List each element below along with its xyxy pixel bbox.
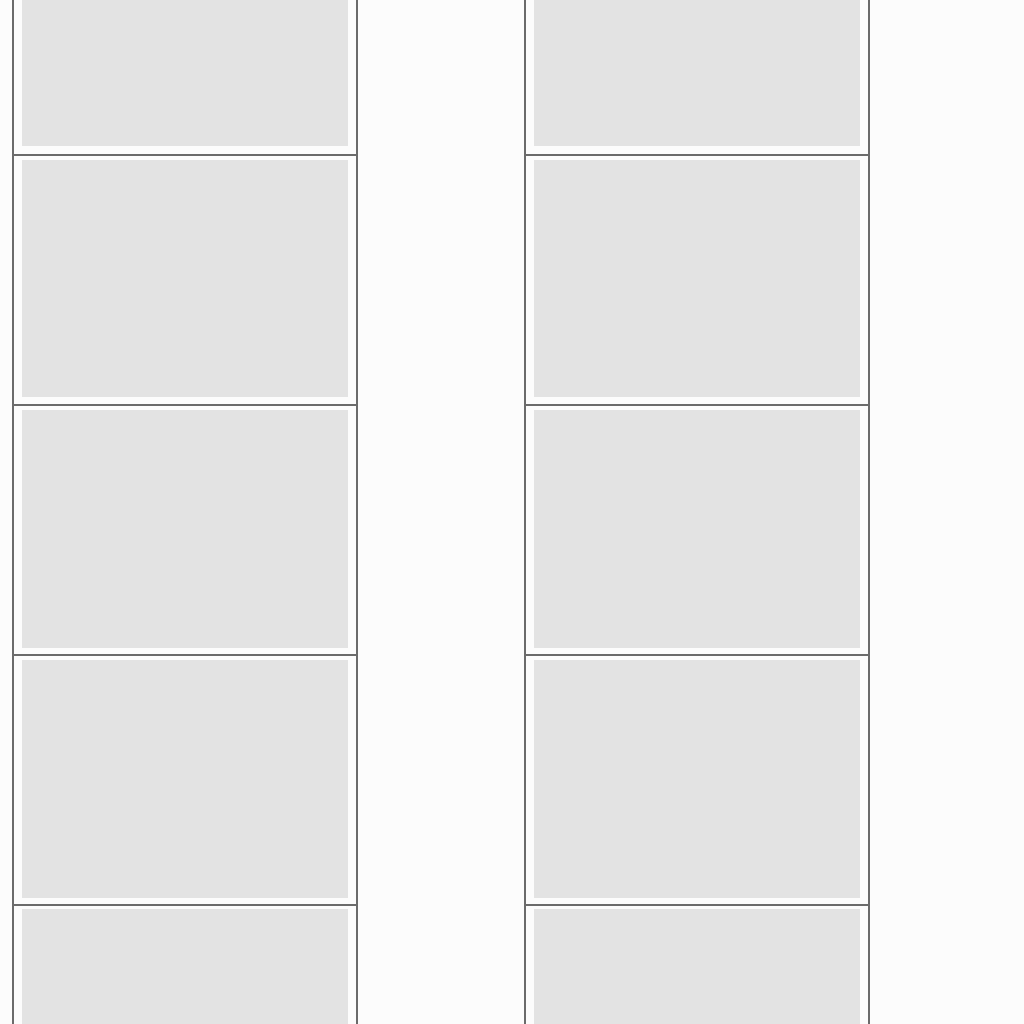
image-placeholder (534, 909, 860, 1024)
image-placeholder (22, 909, 348, 1024)
frame-cell[interactable] (526, 0, 868, 156)
frame-cell[interactable] (526, 656, 868, 906)
frame-cell[interactable] (526, 156, 868, 406)
image-placeholder (534, 410, 860, 648)
image-placeholder (22, 0, 348, 146)
image-placeholder (22, 410, 348, 648)
image-placeholder (534, 0, 860, 146)
frame-cell[interactable] (14, 906, 356, 1024)
image-placeholder (534, 660, 860, 898)
frame-cell[interactable] (526, 906, 868, 1024)
frame-cell[interactable] (14, 656, 356, 906)
photo-strip-right (524, 0, 870, 1024)
image-placeholder (534, 160, 860, 397)
frame-cell[interactable] (14, 406, 356, 656)
frame-cell[interactable] (14, 0, 356, 156)
frame-cell[interactable] (14, 156, 356, 406)
photo-strip-left (12, 0, 358, 1024)
page (0, 0, 1024, 1024)
frame-cell[interactable] (526, 406, 868, 656)
image-placeholder (22, 160, 348, 397)
image-placeholder (22, 660, 348, 898)
